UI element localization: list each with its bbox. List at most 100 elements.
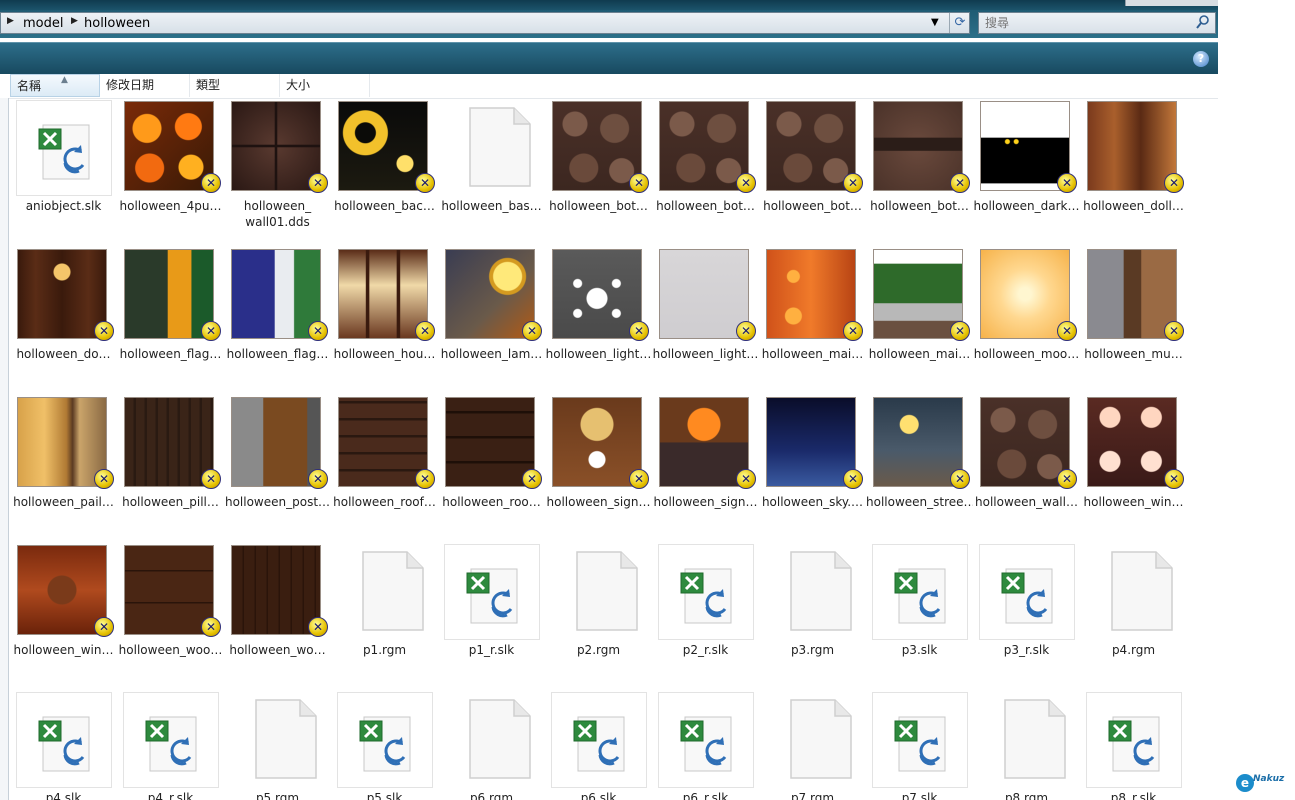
texture-thumbnail — [766, 101, 856, 191]
breadcrumb-holloween[interactable]: holloween — [84, 16, 150, 31]
desktop-background — [1218, 0, 1295, 800]
file-item[interactable]: ✕ holloween_pail… — [10, 396, 117, 544]
file-item[interactable]: ✕ holloween_post… — [224, 396, 331, 544]
file-item[interactable]: p3.rgm — [759, 544, 866, 692]
file-item[interactable]: ✕ holloween_hou… — [331, 248, 438, 396]
file-item[interactable]: ✕ holloween_bot… — [759, 100, 866, 248]
file-item[interactable]: p4.slk — [10, 692, 117, 800]
file-thumbnail — [658, 544, 754, 640]
file-item[interactable]: p2.rgm — [545, 544, 652, 692]
dds-overlay-icon: ✕ — [950, 321, 970, 341]
file-item[interactable]: ✕ holloween_mu… — [1080, 248, 1187, 396]
file-item[interactable]: ✕ holloween_woo… — [117, 544, 224, 692]
address-bar[interactable]: ▶ model ▶ holloween ▼ ⟳ — [0, 12, 970, 34]
file-item[interactable]: p2_r.slk — [652, 544, 759, 692]
file-item[interactable]: ✕ holloween_bac… — [331, 100, 438, 248]
search-input[interactable] — [985, 15, 1185, 31]
file-item[interactable]: ✕ holloween_wall… — [973, 396, 1080, 544]
file-item[interactable]: ✕ holloween_mai… — [759, 248, 866, 396]
file-item[interactable]: p7.slk — [866, 692, 973, 800]
file-name: holloween_bot… — [763, 199, 862, 213]
excel-file-icon — [894, 716, 946, 772]
file-item[interactable]: p4_r.slk — [117, 692, 224, 800]
file-item[interactable]: ✕ holloween_moo… — [973, 248, 1080, 396]
file-item[interactable]: p5.rgm — [224, 692, 331, 800]
file-item[interactable]: p6.rgm — [438, 692, 545, 800]
file-item[interactable]: ✕ holloween_mai… — [866, 248, 973, 396]
search-box[interactable] — [978, 12, 1216, 34]
file-item[interactable]: p5.slk — [331, 692, 438, 800]
column-header-type[interactable]: 類型 — [190, 74, 280, 97]
texture-thumbnail — [338, 249, 428, 339]
file-item[interactable]: p3_r.slk — [973, 544, 1080, 692]
file-item[interactable]: ✕ holloween_win… — [1080, 396, 1187, 544]
texture-thumbnail — [338, 101, 428, 191]
file-item[interactable]: ✕ holloween_flag… — [224, 248, 331, 396]
excel-file-icon — [680, 568, 732, 624]
texture-thumbnail — [445, 249, 535, 339]
breadcrumb-model[interactable]: model — [23, 16, 63, 31]
file-item[interactable]: p3.slk — [866, 544, 973, 692]
dds-overlay-icon: ✕ — [415, 321, 435, 341]
refresh-icon[interactable]: ⟳ — [949, 13, 970, 33]
file-item[interactable]: ✕ holloween_light… — [545, 248, 652, 396]
file-item[interactable]: ✕ holloween_sky.… — [759, 396, 866, 544]
file-item[interactable]: holloween_bas… — [438, 100, 545, 248]
file-item[interactable]: ✕ holloween_win… — [10, 544, 117, 692]
texture-thumbnail — [231, 545, 321, 635]
texture-thumbnail — [659, 397, 749, 487]
address-dropdown-icon[interactable]: ▼ — [931, 17, 939, 28]
file-thumbnail — [444, 544, 540, 640]
texture-thumbnail — [552, 101, 642, 191]
help-icon[interactable]: ? — [1193, 51, 1209, 67]
file-item[interactable]: p7.rgm — [759, 692, 866, 800]
file-item[interactable]: ✕ holloween_stree… — [866, 396, 973, 544]
file-item[interactable]: ✕ holloween_dark… — [973, 100, 1080, 248]
file-item[interactable]: ✕ holloween_bot… — [652, 100, 759, 248]
file-item[interactable]: ✕ holloween_roof… — [331, 396, 438, 544]
file-item[interactable]: ✕ holloween_pill… — [117, 396, 224, 544]
file-item[interactable]: ✕ holloween_light… — [652, 248, 759, 396]
file-item[interactable]: p6.slk — [545, 692, 652, 800]
texture-thumbnail — [1087, 397, 1177, 487]
file-name: p2_r.slk — [682, 643, 729, 657]
file-name: p7.rgm — [790, 791, 835, 800]
file-item[interactable]: p6_r.slk — [652, 692, 759, 800]
file-name: aniobject.slk — [25, 199, 102, 213]
search-icon[interactable] — [1195, 14, 1211, 30]
file-item[interactable]: aniobject.slk — [10, 100, 117, 248]
column-header-name[interactable]: 名稱 ▲ — [10, 74, 100, 97]
file-item[interactable]: ✕ holloween_sign… — [545, 396, 652, 544]
file-item[interactable]: ✕ holloween_do… — [10, 248, 117, 396]
file-item[interactable]: p8.rgm — [973, 692, 1080, 800]
file-item[interactable]: ✕ holloween_doll… — [1080, 100, 1187, 248]
excel-file-icon — [145, 716, 197, 772]
breadcrumb-arrow-icon[interactable]: ▶ — [7, 16, 14, 26]
file-item[interactable]: ✕ holloween_ wall01.dds — [224, 100, 331, 248]
file-item[interactable]: ✕ holloween_bot… — [866, 100, 973, 248]
file-item[interactable]: p1.rgm — [331, 544, 438, 692]
file-item[interactable]: ✕ holloween_wo… — [224, 544, 331, 692]
file-item[interactable]: p8_r.slk — [1080, 692, 1187, 800]
excel-file-icon — [680, 716, 732, 772]
file-item[interactable]: p4.rgm — [1080, 544, 1187, 692]
column-header-size[interactable]: 大小 — [280, 74, 370, 97]
file-item[interactable]: ✕ holloween_bot… — [545, 100, 652, 248]
file-thumbnail — [230, 692, 326, 788]
file-name: p4_r.slk — [147, 791, 194, 800]
file-item[interactable]: ✕ holloween_4pu… — [117, 100, 224, 248]
file-item[interactable]: ✕ holloween_roo… — [438, 396, 545, 544]
file-item[interactable]: p1_r.slk — [438, 544, 545, 692]
window-controls[interactable] — [1125, 0, 1218, 6]
file-item[interactable]: ✕ holloween_flag… — [117, 248, 224, 396]
file-item[interactable]: ✕ holloween_lam… — [438, 248, 545, 396]
navigation-pane-edge[interactable] — [0, 98, 9, 800]
breadcrumb-arrow-icon[interactable]: ▶ — [71, 16, 78, 26]
blank-file-icon — [255, 699, 317, 779]
column-header-date[interactable]: 修改日期 — [100, 74, 190, 97]
file-name: holloween_roof… — [333, 495, 436, 509]
file-name: p6.slk — [580, 791, 617, 800]
file-thumbnail — [337, 544, 433, 640]
file-item[interactable]: ✕ holloween_sign… — [652, 396, 759, 544]
texture-thumbnail — [231, 101, 321, 191]
